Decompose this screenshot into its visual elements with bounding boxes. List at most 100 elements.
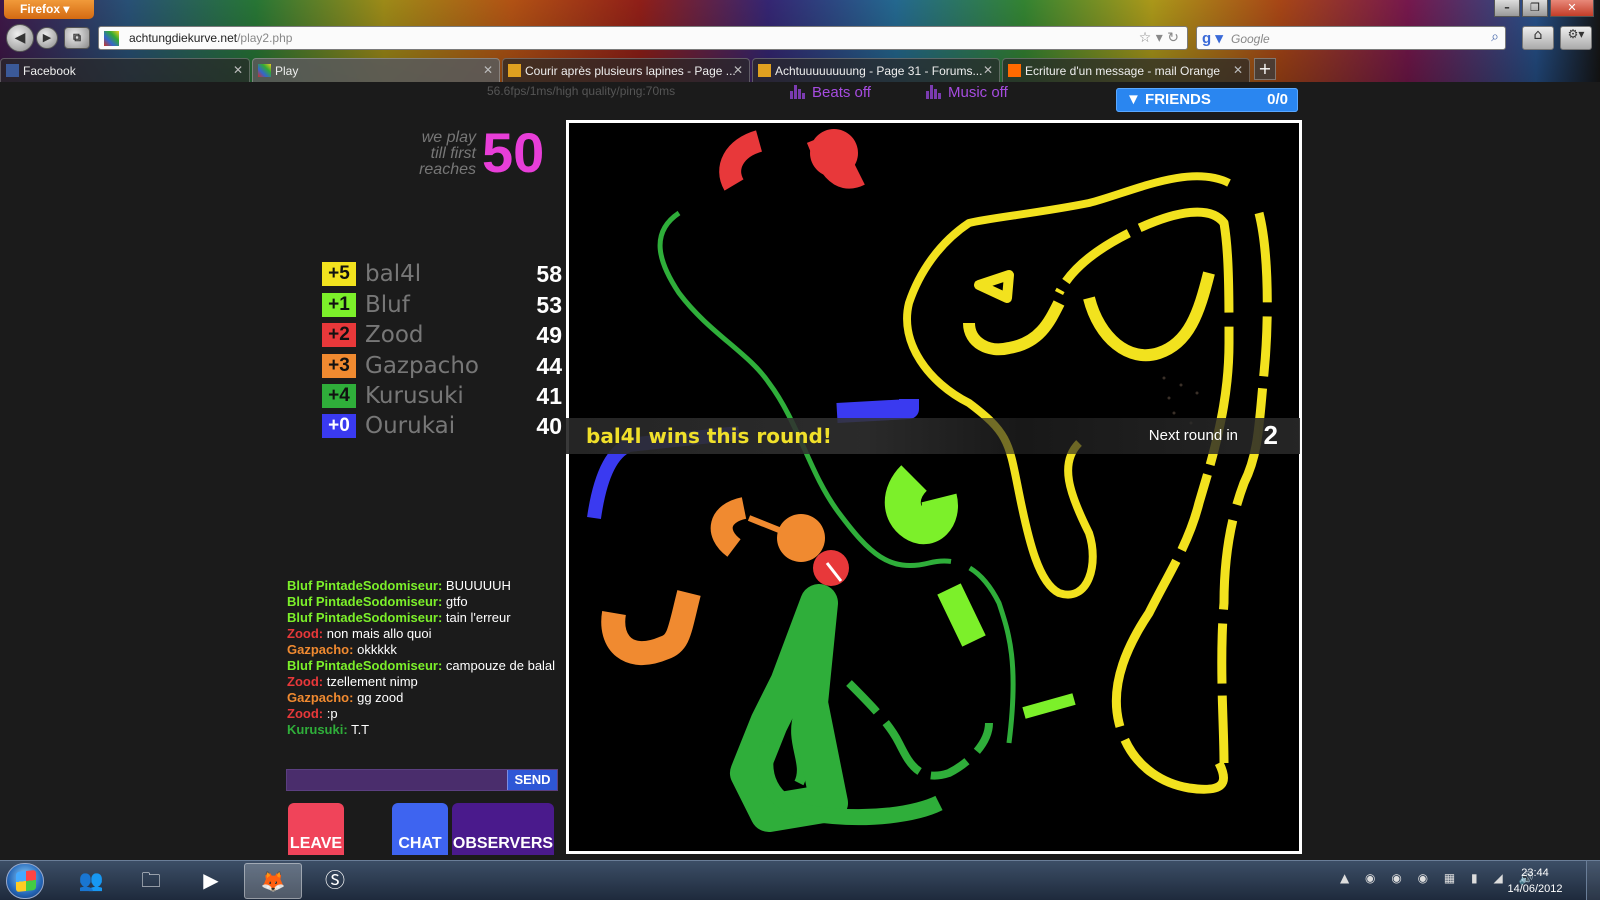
search-bar[interactable]: g ▾ Google ⌕ [1196,26,1506,50]
close-icon[interactable]: ✕ [1550,0,1594,17]
chat-message: Bluf PintadeSodomiseur: BUUUUUH [287,578,511,593]
search-icon[interactable]: ⌕ [1491,29,1499,45]
player-score: 53 [536,292,562,318]
minimize-icon[interactable]: – [1494,0,1520,17]
player-score: 44 [536,353,562,379]
observers-button[interactable]: OBSERVERS [452,803,554,855]
new-tab-button[interactable]: + [1254,58,1276,80]
firefox-icon[interactable]: 🦊 [244,863,302,899]
clock-time: 23:44 [1521,867,1549,879]
score-row: +1 Bluf 53 [322,292,562,320]
red-trail [810,129,858,177]
folder-icon[interactable]: 🗀 [122,863,180,899]
firefox-menu-button[interactable]: Firefox ▾ [4,0,94,19]
beats-label: Beats off [812,84,871,101]
chat-button[interactable]: CHAT [392,803,448,855]
tab-forum-achtung[interactable]: Achtuuuuuuuung - Page 31 - Forums... ✕ [752,58,1000,82]
friends-button[interactable]: ▼ FRIENDS 0/0 [1116,88,1298,112]
send-button[interactable]: SEND [507,770,557,790]
bookmark-star-icon[interactable]: ☆ ▾ ↻ [1139,30,1179,46]
forward-icon[interactable]: ▶ [36,27,58,49]
chat-message: Zood: tzellement nimp [287,674,418,689]
start-button[interactable] [6,863,44,899]
show-desktop-button[interactable] [1586,861,1600,900]
nav-row: ◀ ▶ ⧉ achtungdiekurve.net/play2.php ☆ ▾ … [0,22,1600,54]
chat-message: Bluf PintadeSodomiseur: campouze de bala… [287,658,556,673]
window-controls: – ❐ ✕ [1494,0,1594,17]
blue-trail [836,399,919,423]
tab-close-icon[interactable]: ✕ [983,63,993,77]
game-canvas[interactable] [566,120,1302,854]
score-delta: +3 [322,354,356,378]
yellow-trail [963,300,1065,356]
back-icon[interactable]: ◀ [6,24,34,52]
tab-close-icon[interactable]: ✕ [1233,63,1243,77]
friends-count: 0/0 [1267,91,1288,108]
site-favicon [104,31,119,46]
lime-trail [937,583,986,647]
clock-date: 14/06/2012 [1507,883,1563,895]
player-score: 40 [536,413,562,439]
orange-icon [1008,64,1021,77]
equalizer-icon [926,85,942,103]
chat-log: Bluf PintadeSodomiseur: BUUUUUH Bluf Pin… [287,578,557,738]
chat-message: Zood: non mais allo quoi [287,626,432,641]
extension-icon[interactable]: ⚙▾ [1560,26,1592,50]
tab-close-icon[interactable]: ✕ [233,63,243,77]
chat-input-box: SEND [286,769,558,791]
tab-play[interactable]: Play ✕ [252,58,500,82]
score-delta: +1 [322,293,356,317]
leave-button[interactable]: LEAVE [288,803,344,855]
performance-stats: 56.6fps/1ms/high quality/ping:70ms [487,84,676,98]
maximize-icon[interactable]: ❐ [1522,0,1548,17]
round-banner: bal4l wins this round! Next round in 2 [566,418,1300,454]
search-placeholder: Google [1231,32,1270,46]
media-player-icon[interactable]: ▶ [182,863,240,899]
score-row: +2 Zood 49 [322,322,562,350]
next-round-label: Next round in [1148,427,1238,444]
chat-input[interactable] [287,770,509,790]
music-toggle[interactable]: Music off [926,84,1008,103]
score-delta: +2 [322,323,356,347]
tab-label: Courir après plusieurs lapines - Page ..… [525,64,736,78]
player-score: 49 [536,322,562,348]
chat-message: Zood: :p [287,706,338,721]
player-name: bal4l [365,261,422,287]
player-name: Gazpacho [365,353,479,379]
player-score: 41 [536,383,562,409]
tab-label: Play [275,64,299,78]
taskbar: 👥 🗀 ▶ 🦊 Ⓢ ▲ ◉ ◉ ◉ ▦ ▮ ◢ 🔊 23:44 14/06/20… [0,860,1600,900]
people-icon[interactable]: 👥 [62,863,120,899]
tab-label: Achtuuuuuuuung - Page 31 - Forums... [775,64,983,78]
tab-facebook[interactable]: Facebook ✕ [0,58,250,82]
green-trail [657,210,1016,744]
forum-icon [508,64,521,77]
tab-forum-lapines[interactable]: Courir après plusieurs lapines - Page ..… [502,58,750,82]
url-bar[interactable]: achtungdiekurve.net/play2.php ☆ ▾ ↻ [98,26,1188,50]
url-text: achtungdiekurve.net/play2.php [129,31,293,45]
screen: Firefox ▾ – ❐ ✕ ◀ ▶ ⧉ achtungdiekurve.ne… [0,0,1600,900]
facebook-icon [6,64,19,77]
beats-toggle[interactable]: Beats off [790,84,871,103]
clock[interactable]: 23:44 14/06/2012 [1500,865,1570,897]
tab-mail-orange[interactable]: Ecriture d'un message - mail Orange ✕ [1002,58,1250,82]
score-delta: +5 [322,262,356,286]
yellow-trail [1083,271,1215,362]
history-icon[interactable]: ⧉ [64,27,90,49]
orange-trail [710,497,747,557]
green-trail [757,740,943,826]
firefox-menu-label: Firefox [20,2,61,16]
tab-close-icon[interactable]: ✕ [733,63,743,77]
win-message: bal4l wins this round! [586,424,832,448]
google-icon[interactable]: g ▾ [1202,29,1223,47]
goal-panel: we play till first reaches 50 [410,121,562,184]
skype-icon[interactable]: Ⓢ [306,863,364,899]
chat-message: Gazpacho: okkkkk [287,642,397,657]
tab-label: Ecriture d'un message - mail Orange [1025,64,1221,78]
home-icon[interactable]: ⌂ [1522,26,1554,50]
yellow-trail [974,270,1014,303]
green-trail [846,680,993,780]
player-name: Bluf [365,292,410,318]
tab-close-icon[interactable]: ✕ [483,63,493,77]
game-field [587,129,1272,832]
